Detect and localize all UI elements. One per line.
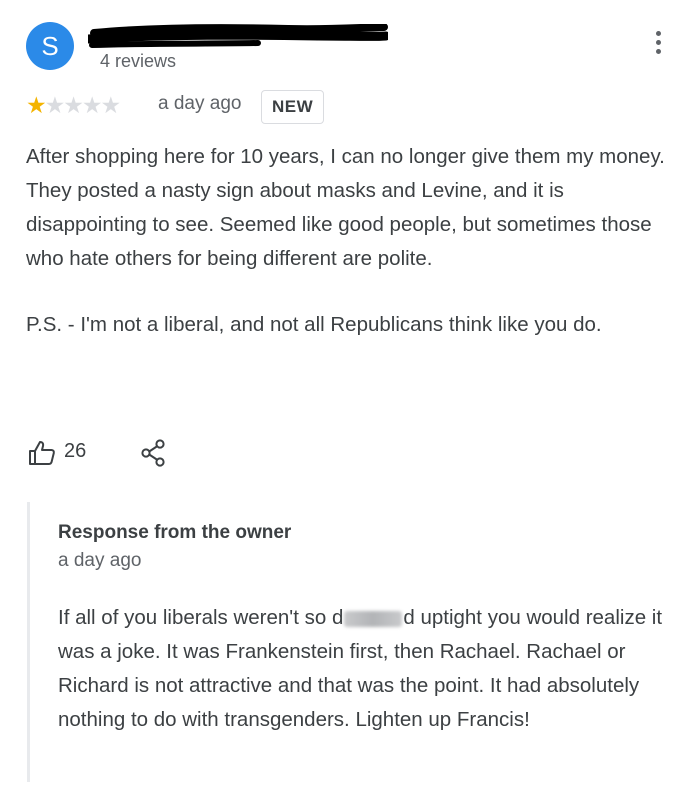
review-card: S 4 reviews ★★★★★ a day ago NEW After sh… <box>0 0 700 798</box>
owner-response-title: Response from the owner <box>58 522 292 543</box>
star-empty-icon: ★★★★ <box>44 92 121 118</box>
reviewer-name-redaction <box>88 24 388 48</box>
owner-text-part: If all of you liberals weren't so d <box>58 606 344 629</box>
review-date: a day ago <box>158 93 242 114</box>
more-vert-icon[interactable] <box>648 28 668 62</box>
new-badge: NEW <box>261 90 325 124</box>
review-count[interactable]: 4 reviews <box>100 51 176 72</box>
share-button[interactable] <box>140 438 168 468</box>
thumb-up-icon <box>29 441 55 465</box>
star-rating: ★★★★★ <box>26 90 121 120</box>
like-count: 26 <box>64 440 87 462</box>
censored-word-blur <box>344 610 403 627</box>
reviewer-header: S 4 reviews <box>26 22 676 74</box>
owner-response-date: a day ago <box>58 550 142 571</box>
review-meta: ★★★★★ a day ago NEW <box>26 90 676 124</box>
review-paragraph: P.S. - I'm not a liberal, and not all Re… <box>26 313 602 336</box>
star-filled-icon: ★ <box>26 92 47 118</box>
reviewer-avatar[interactable]: S <box>26 22 74 70</box>
share-icon <box>141 439 165 467</box>
review-paragraph: After shopping here for 10 years, I can … <box>26 145 665 270</box>
owner-response-text: If all of you liberals weren't so dd upt… <box>58 601 678 737</box>
review-actions: 26 <box>28 436 328 470</box>
owner-response: Response from the owner a day ago If all… <box>27 502 680 782</box>
review-text: After shopping here for 10 years, I can … <box>26 140 666 342</box>
